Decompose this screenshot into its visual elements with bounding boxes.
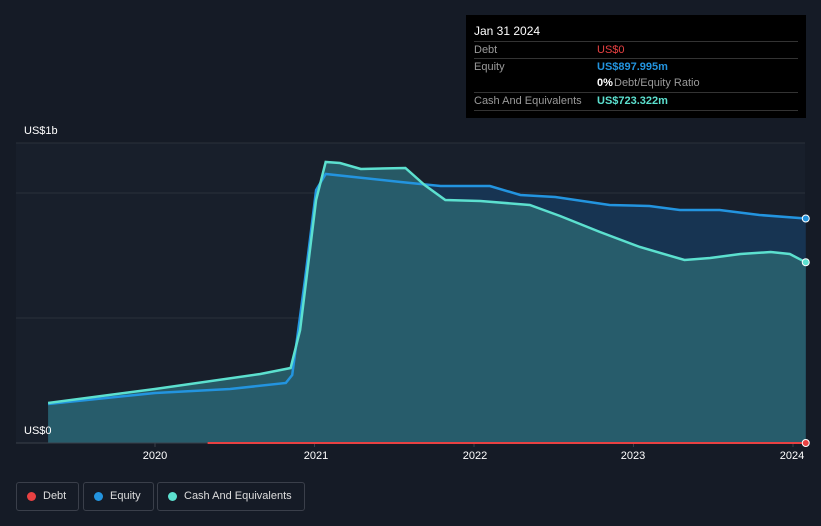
cash-value: US$723.322m — [597, 95, 668, 107]
x-tick-2021: 2021 — [303, 450, 329, 462]
ratio-value: 0% — [597, 77, 613, 89]
debt-end-point — [801, 439, 810, 447]
debt-dot-icon — [27, 492, 36, 501]
x-tick-2024: 2024 — [779, 450, 805, 462]
tooltip: Jan 31 2024 Debt US$0 Equity US$897.995m 0… — [466, 15, 806, 118]
equity-label: Equity — [474, 61, 505, 73]
legend-equity[interactable]: Equity — [83, 482, 154, 511]
legend-cash[interactable]: Cash And Equivalents — [157, 482, 305, 511]
legend-debt[interactable]: Debt — [16, 482, 80, 511]
cash-end-point — [801, 258, 810, 267]
cash-dot-icon — [168, 492, 177, 501]
x-tick-2022: 2022 — [462, 450, 488, 462]
x-tick-2023: 2023 — [620, 450, 646, 462]
legend-cash-label: Cash And Equivalents — [184, 490, 292, 502]
tooltip-debt-row: Debt US$0 — [474, 41, 798, 59]
equity-value: US$897.995m — [597, 61, 668, 73]
x-tick-2020: 2020 — [142, 450, 168, 462]
debt-label: Debt — [474, 44, 498, 56]
tooltip-date: Jan 31 2024 — [474, 24, 541, 38]
equity-dot-icon — [94, 492, 103, 501]
cash-label: Cash And Equivalents — [474, 95, 582, 107]
legend-debt-label: Debt — [43, 490, 67, 502]
legend-equity-label: Equity — [110, 490, 141, 502]
ratio-label: Debt/Equity Ratio — [614, 77, 700, 89]
tooltip-ratio-row: 0% Debt/Equity Ratio — [474, 75, 798, 92]
equity-end-point — [801, 214, 810, 223]
y-tick-bottom: US$0 — [24, 425, 52, 437]
tooltip-equity-row: Equity US$897.995m — [474, 58, 798, 76]
y-tick-top: US$1b — [24, 125, 58, 137]
debt-value: US$0 — [597, 44, 625, 56]
tooltip-cash-row: Cash And Equivalents US$723.322m — [474, 92, 798, 111]
